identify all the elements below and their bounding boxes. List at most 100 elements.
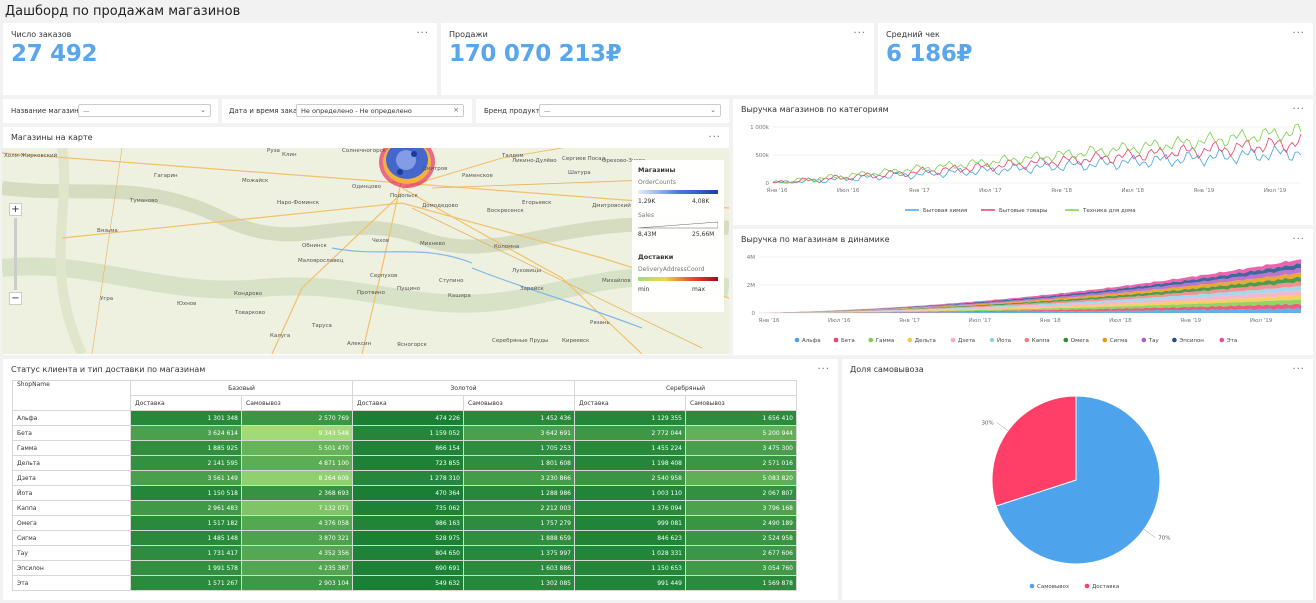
dynamics-area-chart: 4M 2M 0Янв '16 Июл '16 Янв '17 Июл '17 Янв '18… <box>747 255 1301 344</box>
map-city-label: Луховицы <box>512 268 541 274</box>
legend-title: Магазины <box>638 166 676 174</box>
legend-title: Доставки <box>638 253 674 261</box>
legend-label[interactable]: Доставка <box>1092 584 1119 590</box>
legend-label[interactable]: Дельта <box>915 338 936 344</box>
legend-label[interactable]: Гамма <box>876 338 894 344</box>
map-city-label: Гагарин <box>154 173 178 179</box>
table-row-header: Сигма <box>12 530 131 546</box>
table-cell: 2 368 693 <box>241 485 353 501</box>
table-cell: 2 490 189 <box>685 515 797 531</box>
brand-select[interactable]: — ⌄ <box>539 104 721 117</box>
legend-label[interactable]: Омега <box>1071 338 1089 344</box>
legend-label[interactable]: Бытовая химия <box>923 208 967 214</box>
table-column-header[interactable]: Самовывоз <box>241 395 353 411</box>
legend-label[interactable]: Эпсилон <box>1179 338 1204 344</box>
legend-label[interactable]: Бета <box>841 338 855 344</box>
table-cell: 4 352 356 <box>241 545 353 561</box>
legend-label[interactable]: Эта <box>1227 338 1237 344</box>
map-city-label: Ясногорск <box>397 342 427 348</box>
legend-label[interactable]: Бытовые товары <box>999 208 1047 214</box>
datetime-range-input[interactable]: Не определено - Не определено × <box>296 104 464 117</box>
legend-label: DeliveryAddressCoord <box>638 266 705 273</box>
table-cell: 1 278 310 <box>352 470 464 486</box>
table-group-header[interactable]: Серебряный <box>574 380 797 396</box>
legend-dot <box>1172 337 1177 343</box>
map-city-label: Можайск <box>242 178 269 184</box>
pickup-share-card: Доля самовывоза ··· 70% 30% Самовывоз Доста… <box>842 359 1313 600</box>
x-tick-label: Июл '16 <box>837 188 860 194</box>
shop-select[interactable]: — ⌄ <box>78 104 211 117</box>
table-group-header[interactable]: Базовый <box>130 380 353 396</box>
more-menu-button[interactable]: ··· <box>416 28 429 39</box>
y-tick-label: 1 000k <box>750 125 770 131</box>
table-column-header[interactable]: Самовывоз <box>685 395 797 411</box>
table-cell: 1 003 110 <box>574 485 686 501</box>
map-city-label: Протвино <box>357 290 385 296</box>
map-city-label: Зарайск <box>520 286 544 292</box>
table-column-header[interactable]: Доставка <box>352 395 464 411</box>
table-cell: 3 230 866 <box>463 470 575 486</box>
zoom-out-button[interactable]: − <box>9 292 22 305</box>
more-menu-button[interactable]: ··· <box>817 364 830 375</box>
map-city-label: Дмитров <box>422 166 448 172</box>
map-city-label: Угра <box>100 296 114 302</box>
table-row: Бета 3 624 614 9 343 548 1 159 052 3 642 691… <box>12 425 797 441</box>
legend-label[interactable]: Дзета <box>958 338 975 344</box>
x-tick-label: Янв '18 <box>1051 188 1072 194</box>
legend-label[interactable]: Сигма <box>1110 338 1128 344</box>
zoom-in-button[interactable]: + <box>9 203 22 216</box>
legend-label[interactable]: Каппа <box>1032 338 1050 344</box>
table-row: Эпсилон 1 991 578 4 235 387 690 691 1 603 88… <box>12 560 797 576</box>
more-menu-button[interactable]: ··· <box>708 132 721 143</box>
table-cell: 5 200 944 <box>685 425 797 441</box>
table-cell: 2 961 483 <box>130 500 242 516</box>
table-cell: 4 376 058 <box>241 515 353 531</box>
map-city-label: Одинцово <box>352 184 382 190</box>
map-city-label: Юхнов <box>177 301 197 307</box>
filter-label: Дата и время заказа <box>229 107 306 115</box>
table-cell: 1 028 331 <box>574 545 686 561</box>
legend-label[interactable]: Тау <box>1148 338 1160 344</box>
table-row: Гамма 1 885 925 5 501 470 866 154 1 705 253 1… <box>12 440 797 456</box>
table-cell: 2 212 003 <box>463 500 575 516</box>
table-cell: 1 991 578 <box>130 560 242 576</box>
y-tick-label: 0 <box>752 311 756 317</box>
kpi-value: 27 492 <box>11 41 98 67</box>
legend-label[interactable]: Альфа <box>802 338 821 344</box>
map-city-label: Ступино <box>439 278 464 284</box>
table-row: Эта 1 571 267 2 903 104 549 632 1 302 085 991… <box>12 575 797 591</box>
table-row-header: Дзета <box>12 470 131 486</box>
table-column-header[interactable]: Самовывоз <box>463 395 575 411</box>
zoom-slider[interactable] <box>14 218 17 290</box>
table-column-header[interactable]: Доставка <box>130 395 242 411</box>
map-city-label: Подольск <box>390 193 418 199</box>
table-cell: 2 772 044 <box>574 425 686 441</box>
map-view[interactable]: Солнечногорск Дмитров Талдом Сергиев Посад К… <box>2 148 729 354</box>
filter-datetime: Дата и время заказа Не определено - Не о… <box>222 99 472 123</box>
table-cell: 8 264 609 <box>241 470 353 486</box>
close-icon[interactable]: × <box>453 106 459 114</box>
table-cell: 1 376 094 <box>574 500 686 516</box>
y-tick-label: 4M <box>747 255 755 261</box>
select-value: Не определено - Не определено <box>301 107 412 115</box>
more-menu-button[interactable]: ··· <box>853 28 866 39</box>
table-row-header: Гамма <box>12 440 131 456</box>
table-row-header: Эпсилон <box>12 560 131 576</box>
map-city-label: Холм-Жирковский <box>4 153 58 159</box>
x-tick-label: Янв '17 <box>909 188 930 194</box>
pie-leader-line <box>996 422 1009 431</box>
kpi-title: Число заказов <box>11 30 72 39</box>
more-menu-button[interactable]: ··· <box>1292 28 1305 39</box>
table-group-header[interactable]: Золотой <box>352 380 575 396</box>
legend-label[interactable]: Йота <box>997 337 1011 344</box>
map-city-label: Михайлов <box>602 278 631 284</box>
pickup-pie-chart: 70% 30% Самовывоз Доставка <box>981 395 1171 590</box>
table-cell: 1 452 436 <box>463 410 575 426</box>
legend-dot <box>1024 337 1030 343</box>
table-column-header[interactable]: Доставка <box>574 395 686 411</box>
y-tick-label: 2M <box>747 283 755 289</box>
legend-label[interactable]: Техника для дома <box>1082 208 1136 214</box>
table-cell: 2 677 606 <box>685 545 797 561</box>
legend-label[interactable]: Самовывоз <box>1037 584 1069 590</box>
map-city-label: Киреевск <box>562 338 590 344</box>
